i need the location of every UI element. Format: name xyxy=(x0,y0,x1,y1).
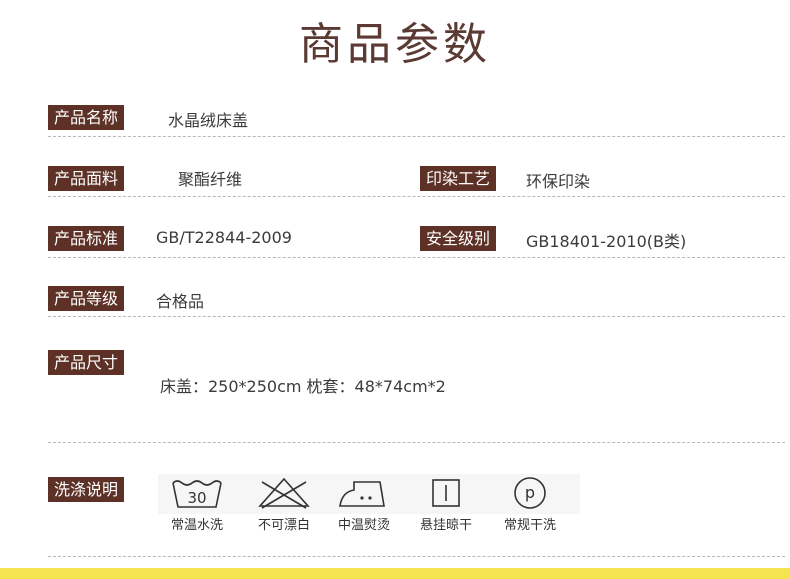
care-item-label: 常温水洗 xyxy=(170,518,223,533)
product-size-label: 产品尺寸 xyxy=(48,350,125,375)
safety-level-label: 安全级别 xyxy=(420,226,497,251)
care-item-label: 不可漂白 xyxy=(257,518,310,533)
divider xyxy=(48,316,785,317)
divider xyxy=(48,196,785,197)
wash-temp-text: 30 xyxy=(187,489,206,507)
care-item-wash: 30 常温水洗 xyxy=(157,474,237,533)
care-item-dry-clean: p 常规干洗 xyxy=(490,474,570,533)
product-fabric-label: 产品面料 xyxy=(48,166,125,191)
product-standard-value: GB/T22844-2009 xyxy=(156,228,292,247)
dye-process-label: 印染工艺 xyxy=(420,166,497,191)
product-grade-label: 产品等级 xyxy=(48,286,125,311)
product-name-value: 水晶绒床盖 xyxy=(168,111,249,130)
product-name-label: 产品名称 xyxy=(48,105,125,130)
divider xyxy=(48,442,785,443)
dye-process-value: 环保印染 xyxy=(526,172,591,191)
dry-clean-letter: p xyxy=(525,483,535,502)
care-item-iron: 中温熨烫 xyxy=(324,474,404,533)
product-grade-value: 合格品 xyxy=(156,292,205,311)
divider xyxy=(48,257,785,258)
care-item-hang-dry: 悬挂晾干 xyxy=(406,474,486,533)
dry-clean-icon: p xyxy=(514,477,546,509)
care-item-label: 常规干洗 xyxy=(503,518,556,533)
iron-icon xyxy=(339,481,385,507)
no-bleach-icon xyxy=(258,477,310,509)
product-size-value: 床盖：250*250cm 枕套：48*74cm*2 xyxy=(160,377,446,396)
care-item-bleach: 不可漂白 xyxy=(244,474,324,533)
care-item-label: 悬挂晾干 xyxy=(419,518,472,533)
accent-bar xyxy=(0,568,790,579)
product-fabric-value: 聚酯纤维 xyxy=(178,170,243,189)
product-standard-label: 产品标准 xyxy=(48,226,125,251)
page-title: 商品参数 xyxy=(299,19,491,70)
divider xyxy=(48,136,785,137)
divider xyxy=(48,556,785,557)
safety-level-value: GB18401-2010(B类) xyxy=(526,232,687,251)
wash-tub-icon: 30 xyxy=(172,480,222,508)
care-instructions-label: 洗涤说明 xyxy=(48,477,125,502)
care-item-label: 中温熨烫 xyxy=(337,518,390,533)
hang-dry-icon xyxy=(432,479,460,507)
